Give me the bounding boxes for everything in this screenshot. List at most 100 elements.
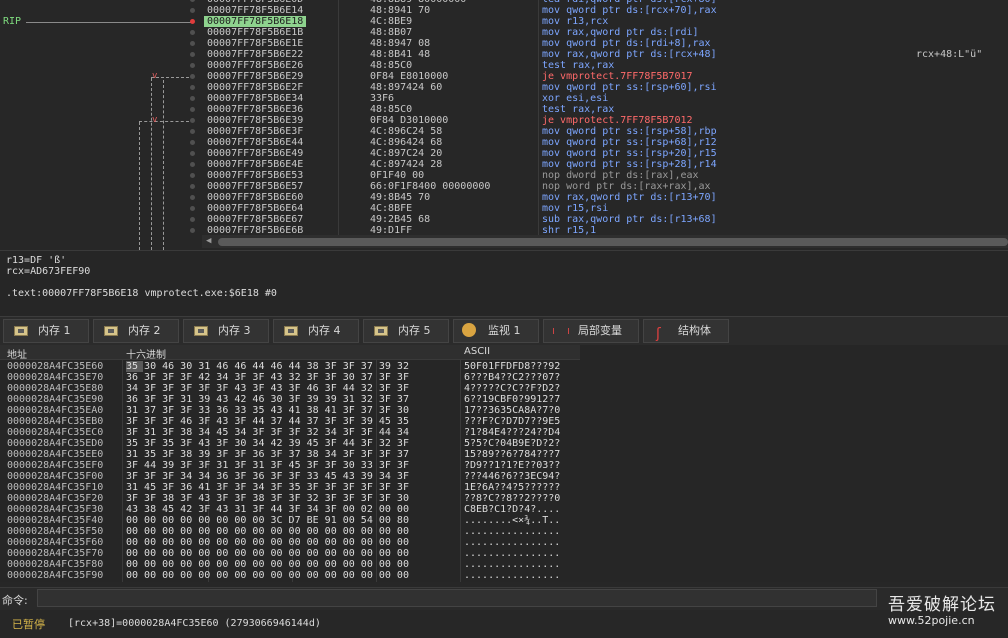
breakpoint-slot[interactable] xyxy=(190,0,195,2)
disasm-instruction: mov qword ptr ss:[rsp+20],r15 xyxy=(542,148,717,159)
dump-ascii: 17??3635CA8A?7?0 xyxy=(464,405,561,416)
breakpoint-slot[interactable] xyxy=(190,217,195,222)
disasm-instruction: mov rax,qword ptr ds:[rcx+48] xyxy=(542,49,717,60)
breakpoint-slot[interactable] xyxy=(190,8,195,13)
tab-locals[interactable]: 局部变量 xyxy=(543,319,639,343)
dump-ascii: ?D9??1?1?E??03?? xyxy=(464,460,561,471)
breakpoint-slot[interactable] xyxy=(190,107,195,112)
breakpoint-slot[interactable] xyxy=(190,184,195,189)
dump-hex: 00 00 00 00 00 00 00 00 00 00 00 00 00 0… xyxy=(126,526,409,537)
disasm-row[interactable]: 00007FF78F5B6E53 0F1F40 00 nop dword ptr d… xyxy=(202,170,1008,181)
breakpoint-slot[interactable] xyxy=(190,206,195,211)
tab-memory-2[interactable]: 内存 2 xyxy=(93,319,179,343)
disasm-row[interactable]: 00007FF78F5B6E2F 48:897424 60 mov qword pt… xyxy=(202,82,1008,93)
horizontal-scrollbar[interactable]: ◀ xyxy=(202,235,1008,248)
disasm-row[interactable]: 00007FF78F5B6E4E 4C:897424 28 mov qword pt… xyxy=(202,159,1008,170)
disasm-row[interactable]: 00007FF78F5B6E1B 48:8B07 mov rax,qword ptr… xyxy=(202,27,1008,38)
jump-arrow-icon: v xyxy=(152,115,158,125)
dump-hex: 00 00 00 00 00 00 00 00 00 00 00 00 00 0… xyxy=(126,559,409,570)
empty-panel xyxy=(580,345,1008,582)
dump-hex: 3F 3F 3F 46 3F 43 3F 44 37 44 37 3F 3F 3… xyxy=(126,416,409,427)
tab-struct[interactable]: ʃ 结构体 xyxy=(643,319,729,343)
disasm-row[interactable]: 00007FF78F5B6E1E 48:8947 08 mov qword ptr … xyxy=(202,38,1008,49)
dump-ascii: ................ xyxy=(464,559,561,570)
scroll-left-icon[interactable]: ◀ xyxy=(206,236,211,246)
disasm-row[interactable]: 00007FF78F5B6E39 0F84 D3010000 je vmprotec… xyxy=(152,115,1008,126)
dump-address: 0000028A4FC35EE0 xyxy=(7,449,104,460)
jump-line xyxy=(151,78,152,250)
breakpoint-slot[interactable] xyxy=(190,85,195,90)
disasm-bytes: 0F84 D3010000 xyxy=(370,115,449,126)
disasm-instruction: mov qword ptr ss:[rsp+60],rsi xyxy=(542,82,717,93)
disasm-instruction: je vmprotect.7FF78F5B7012 xyxy=(542,115,693,126)
dump-address: 0000028A4FC35F70 xyxy=(7,548,104,559)
breakpoint-slot[interactable] xyxy=(190,30,195,35)
scrollbar-thumb[interactable] xyxy=(218,238,1008,246)
tab-memory-4[interactable]: 内存 4 xyxy=(273,319,359,343)
dump-address: 0000028A4FC35F10 xyxy=(7,482,104,493)
disasm-address: 00007FF78F5B6E2F xyxy=(207,82,304,93)
command-label: 命令: xyxy=(2,594,28,607)
memory-dump-view[interactable]: 地址 十六进制 ASCII 0000028A4FC35E60 35 30 46 3… xyxy=(0,345,580,582)
disasm-row[interactable]: 00007FF78F5B6E57 66:0F1F8400 00000000 nop … xyxy=(202,181,1008,192)
dump-hex: 36 3F 3F 31 39 43 42 46 30 3F 39 39 31 3… xyxy=(126,394,409,405)
disasm-row[interactable]: 00007FF78F5B6E60 49:8B45 70 mov rax,qword … xyxy=(202,192,1008,203)
dump-tabs: 内存 1 内存 2 内存 3 内存 4 内存 5 监视 1 局部变量 ʃ 结构体 xyxy=(0,316,1008,346)
disasm-instruction: mov qword ptr ds:[rdi+8],rax xyxy=(542,38,711,49)
breakpoint-slot[interactable] xyxy=(190,41,195,46)
disasm-address: 00007FF78F5B6E44 xyxy=(207,137,304,148)
disasm-row[interactable]: 00007FF78F5B6E49 4C:897C24 20 mov qword pt… xyxy=(202,148,1008,159)
disasm-row[interactable]: 00007FF78F5B6E34 33F6 xor esi,esi xyxy=(202,93,1008,104)
breakpoint-slot[interactable] xyxy=(190,228,195,233)
disasm-row[interactable]: 00007FF78F5B6E3F 4C:896C24 58 mov qword pt… xyxy=(202,126,1008,137)
dump-ascii: 15?89??6?784???7 xyxy=(464,449,561,460)
disasm-row[interactable]: 00007FF78F5B6E44 4C:896424 68 mov qword pt… xyxy=(202,137,1008,148)
tab-memory-5[interactable]: 内存 5 xyxy=(363,319,449,343)
jump-line xyxy=(139,121,189,122)
breakpoint-slot[interactable] xyxy=(190,173,195,178)
breakpoint-slot[interactable] xyxy=(190,151,195,156)
disasm-row[interactable]: 00007FF78F5B6E29 0F84 E8010000 je vmprotec… xyxy=(152,71,1008,82)
breakpoint-slot[interactable] xyxy=(190,63,195,68)
dump-hex: 00 00 00 00 00 00 00 00 00 00 00 00 00 0… xyxy=(126,548,409,559)
breakpoint-slot[interactable] xyxy=(190,118,195,123)
dump-ascii: ................ xyxy=(464,570,561,581)
disasm-row[interactable]: 00007FF78F5B6E14 48:8941 70 mov qword ptr … xyxy=(202,5,1008,16)
breakpoint-slot[interactable] xyxy=(190,52,195,57)
dump-hex: 3F 3F 38 3F 43 3F 3F 38 3F 3F 32 3F 3F 3… xyxy=(126,493,409,504)
breakpoint-slot[interactable] xyxy=(190,195,195,200)
command-input[interactable] xyxy=(37,589,877,607)
col-header-address[interactable]: 地址 xyxy=(7,346,27,361)
breakpoint-slot[interactable] xyxy=(190,129,195,134)
locals-icon xyxy=(553,328,569,334)
tab-watch-1[interactable]: 监视 1 xyxy=(453,319,539,343)
breakpoint-slot[interactable] xyxy=(190,162,195,167)
memory-icon xyxy=(374,326,388,336)
disasm-bytes: 4C:896C24 58 xyxy=(370,126,443,137)
disasm-row[interactable]: 00007FF78F5B6E67 49:2B45 68 sub rax,qword … xyxy=(202,214,1008,225)
disasm-row[interactable]: 00007FF78F5B6E64 4C:8BFE mov r15,rsi xyxy=(202,203,1008,214)
disasm-bytes: 49:2B45 68 xyxy=(370,214,431,225)
breakpoint-slot[interactable] xyxy=(190,74,195,79)
col-header-hex[interactable]: 十六进制 xyxy=(126,346,166,361)
breakpoint-slot[interactable] xyxy=(190,96,195,101)
disasm-row[interactable]: 00007FF78F5B6E22 48:8B41 48 mov rax,qword … xyxy=(202,49,1008,60)
disassembly-view[interactable]: RIP 00007FF78F5B6E0D48:8B89 80000000lea … xyxy=(0,0,1008,250)
watch-icon xyxy=(462,323,476,337)
disasm-instruction: test rax,rax xyxy=(542,104,615,115)
dump-hex: 3F 31 3F 38 34 45 34 3F 3F 3F 32 34 3F 3… xyxy=(126,427,409,438)
status-bar: 已暂停 [rcx+38]=0000028A4FC35E60 (279306694… xyxy=(0,610,1008,638)
tab-memory-3[interactable]: 内存 3 xyxy=(183,319,269,343)
debug-state: 已暂停 xyxy=(12,618,45,631)
disassembly-rows[interactable]: 00007FF78F5B6E0D48:8B89 80000000lea rdi,… xyxy=(152,0,1008,236)
disasm-row[interactable]: 00007FF78F5B6E26 48:85C0 test rax,rax xyxy=(202,60,1008,71)
disasm-row[interactable]: 00007FF78F5B6E36 48:85C0 test rax,rax xyxy=(202,104,1008,115)
breakpoint-slot[interactable] xyxy=(190,140,195,145)
col-header-ascii[interactable]: ASCII xyxy=(464,346,490,357)
tab-memory-1[interactable]: 内存 1 xyxy=(3,319,89,343)
disasm-address: 00007FF78F5B6E18 xyxy=(204,16,307,27)
breakpoint-icon[interactable] xyxy=(190,19,195,24)
dump-address: 0000028A4FC35F20 xyxy=(7,493,104,504)
disasm-row[interactable]: 00007FF78F5B6E18 4C:8BE9 mov r13,rcx xyxy=(202,16,1008,27)
disasm-address: 00007FF78F5B6E64 xyxy=(207,203,304,214)
